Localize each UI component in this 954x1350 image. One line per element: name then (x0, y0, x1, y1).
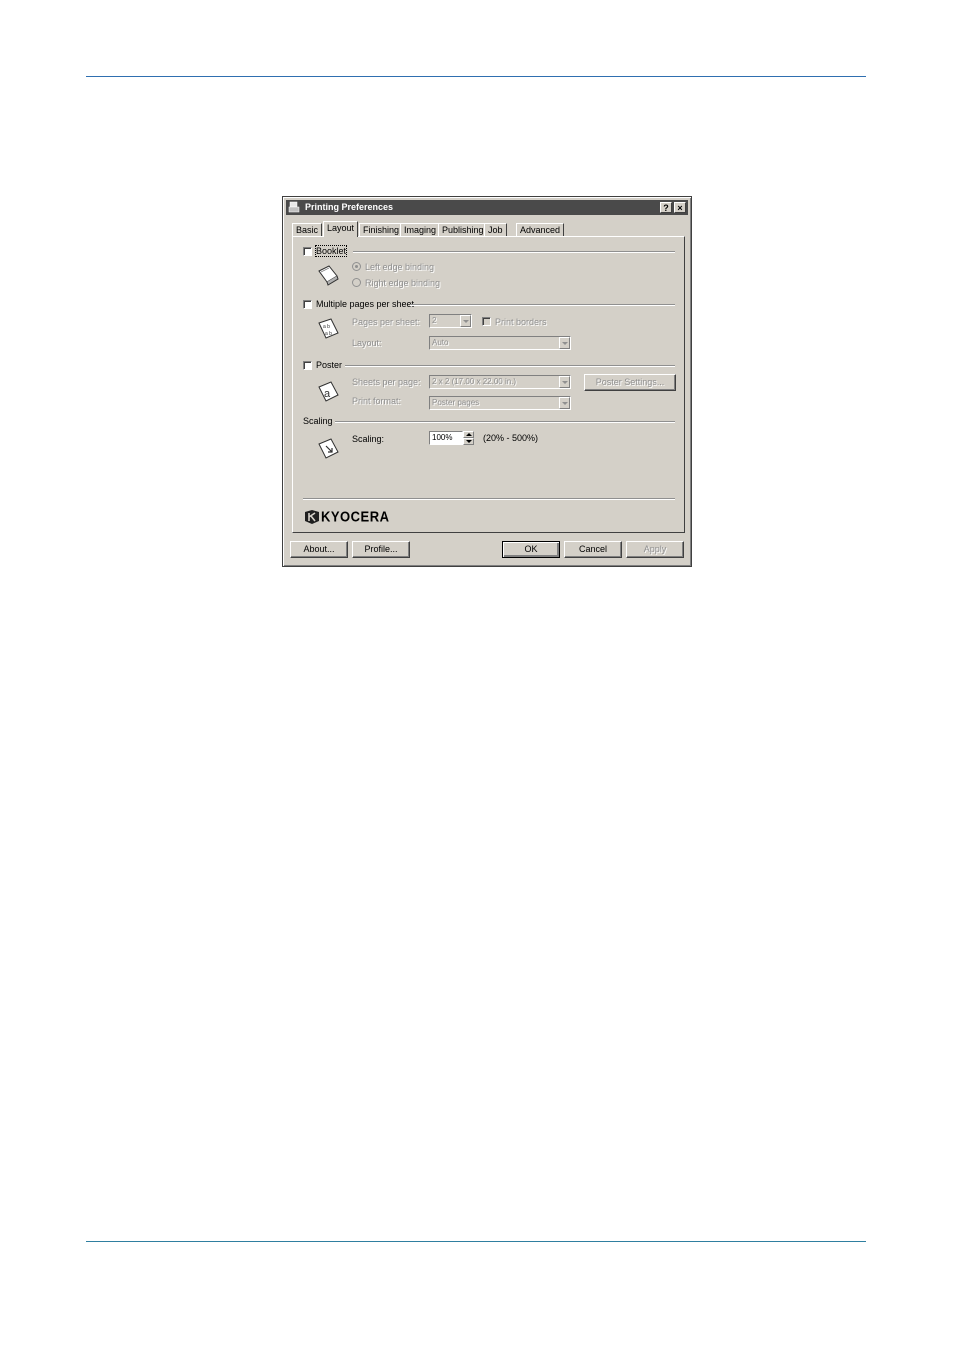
sheets-per-page-value: 2 x 2 (17.00 x 22.00 in.) (432, 377, 517, 386)
about-button[interactable]: About... (290, 541, 348, 558)
scaling-label: Scaling: (352, 434, 385, 444)
layout-label: Layout: (352, 338, 382, 348)
printing-preferences-dialog: Printing Preferences ? × Basic Layout Fi… (282, 196, 692, 567)
scaling-input[interactable]: 100% (429, 431, 463, 445)
kyocera-logo-text: KYOCERA (321, 508, 390, 525)
layout-select[interactable]: Auto (429, 336, 571, 350)
tab-advanced[interactable]: Advanced (516, 223, 565, 236)
title-bar: Printing Preferences ? × (286, 200, 688, 215)
multiple-pages-checkbox[interactable] (303, 300, 312, 309)
printer-icon (288, 201, 300, 213)
booklet-checkbox[interactable] (303, 247, 312, 256)
poster-divider (345, 365, 675, 367)
pages-per-sheet-select[interactable]: 2 (429, 314, 472, 328)
sheets-per-page-select[interactable]: 2 x 2 (17.00 x 22.00 in.) (429, 375, 571, 389)
print-format-arrow-icon[interactable] (559, 397, 570, 409)
profile-button[interactable]: Profile... (352, 541, 410, 558)
svg-text:a b: a b (323, 324, 330, 330)
poster-checkbox[interactable] (303, 361, 312, 370)
apply-button[interactable]: Apply (626, 541, 684, 558)
footer-divider (303, 498, 675, 500)
svg-text:a b: a b (325, 331, 332, 337)
tab-job[interactable]: Job (484, 223, 507, 236)
layout-panel: Booklet Left edge binding Right edge bin… (292, 236, 685, 533)
footer-rule (86, 1241, 866, 1242)
scaling-icon (318, 438, 339, 459)
poster-label[interactable]: Poster (316, 360, 342, 370)
layout-arrow-icon[interactable] (559, 337, 570, 349)
scaling-value: 100% (432, 433, 453, 442)
booklet-label[interactable]: Booklet (314, 245, 348, 257)
tab-imaging[interactable]: Imaging (400, 223, 441, 236)
poster-settings-button[interactable]: Poster Settings... (584, 374, 676, 391)
spin-up-icon[interactable] (463, 431, 474, 438)
multiple-pages-divider (410, 304, 675, 306)
left-edge-binding-label: Left edge binding (365, 262, 435, 272)
kyocera-logo-icon (305, 510, 319, 524)
help-button[interactable]: ? (660, 202, 672, 213)
spin-down-icon[interactable] (463, 438, 474, 445)
close-button[interactable]: × (674, 202, 686, 213)
booklet-icon (318, 265, 339, 286)
print-format-value: Poster pages (432, 398, 480, 407)
pages-per-sheet-label: Pages per sheet: (352, 317, 421, 327)
scaling-spinner[interactable] (463, 431, 474, 445)
cancel-button[interactable]: Cancel (564, 541, 622, 558)
tab-layout[interactable]: Layout (323, 221, 359, 237)
print-format-label: Print format: (352, 396, 402, 406)
sheets-per-page-label: Sheets per page: (352, 377, 421, 387)
multiple-pages-label[interactable]: Multiple pages per sheet (316, 299, 414, 309)
sheets-per-page-arrow-icon[interactable] (559, 376, 570, 388)
print-borders-checkbox[interactable] (482, 317, 491, 326)
scaling-divider (335, 421, 675, 423)
scaling-section-label: Scaling (303, 416, 333, 426)
tab-publishing[interactable]: Publishing (438, 223, 488, 236)
print-format-select[interactable]: Poster pages (429, 396, 571, 410)
scaling-range: (20% - 500%) (483, 433, 539, 443)
left-edge-binding-radio[interactable] (352, 262, 361, 271)
header-rule (86, 76, 866, 77)
layout-value: Auto (432, 338, 449, 347)
booklet-divider (353, 251, 675, 253)
pages-per-sheet-value: 2 (432, 316, 437, 325)
right-edge-binding-radio[interactable] (352, 278, 361, 287)
multiple-pages-icon: a b a b (318, 318, 339, 339)
tab-finishing[interactable]: Finishing (359, 223, 404, 236)
tab-basic[interactable]: Basic (292, 223, 323, 236)
poster-icon: a (318, 381, 339, 402)
svg-text:a: a (324, 388, 331, 400)
pages-per-sheet-arrow-icon[interactable] (460, 315, 471, 327)
ok-button[interactable]: OK (502, 541, 560, 558)
right-edge-binding-label: Right edge binding (365, 278, 441, 288)
print-borders-label: Print borders (495, 317, 547, 327)
dialog-title: Printing Preferences (305, 202, 394, 212)
